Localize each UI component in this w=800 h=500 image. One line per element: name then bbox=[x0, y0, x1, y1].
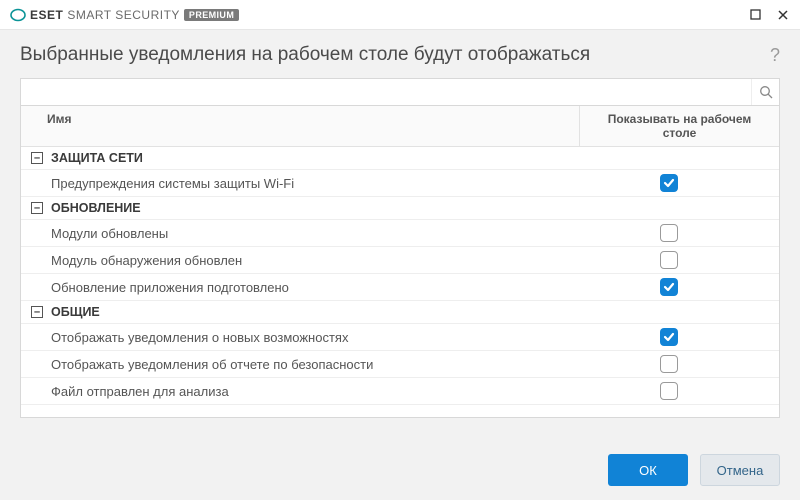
cancel-button[interactable]: Отмена bbox=[700, 454, 780, 486]
window-controls bbox=[748, 8, 790, 22]
collapse-icon[interactable]: – bbox=[31, 152, 43, 164]
table-row: Модули обновлены bbox=[21, 220, 779, 247]
eset-logo-icon bbox=[10, 7, 26, 23]
group-label: ЗАЩИТА СЕТИ bbox=[51, 151, 143, 165]
show-checkbox[interactable] bbox=[660, 174, 678, 192]
group-label: ОБЩИЕ bbox=[51, 305, 100, 319]
brand: ESET SMART SECURITY PREMIUM bbox=[10, 7, 239, 23]
table-row: Файл отправлен для анализа bbox=[21, 378, 779, 405]
notifications-table: Имя Показывать на рабочем столе –ЗАЩИТА … bbox=[20, 106, 780, 418]
footer: ОК Отмена bbox=[0, 440, 800, 500]
show-checkbox[interactable] bbox=[660, 224, 678, 242]
brand-smart: SMART SECURITY bbox=[67, 8, 180, 22]
table-row: Предупреждения системы защиты Wi-Fi bbox=[21, 170, 779, 197]
table-row: Отображать уведомления о новых возможнос… bbox=[21, 324, 779, 351]
show-checkbox[interactable] bbox=[660, 355, 678, 373]
page-title: Выбранные уведомления на рабочем столе б… bbox=[20, 44, 590, 66]
collapse-icon[interactable]: – bbox=[31, 306, 43, 318]
item-label: Предупреждения системы защиты Wi-Fi bbox=[31, 176, 569, 191]
show-checkbox[interactable] bbox=[660, 251, 678, 269]
brand-premium-badge: PREMIUM bbox=[184, 9, 239, 21]
ok-button[interactable]: ОК bbox=[608, 454, 688, 486]
brand-eset: ESET bbox=[30, 8, 63, 22]
item-label: Файл отправлен для анализа bbox=[31, 384, 569, 399]
show-checkbox[interactable] bbox=[660, 328, 678, 346]
column-name: Имя bbox=[21, 106, 579, 146]
show-checkbox[interactable] bbox=[660, 382, 678, 400]
group-row[interactable]: –ОБЩИЕ bbox=[21, 301, 779, 324]
table-header: Имя Показывать на рабочем столе bbox=[21, 106, 779, 147]
table-row: Модуль обнаружения обновлен bbox=[21, 247, 779, 274]
group-label: ОБНОВЛЕНИЕ bbox=[51, 201, 141, 215]
item-label: Отображать уведомления о новых возможнос… bbox=[31, 330, 569, 345]
item-label: Модуль обнаружения обновлен bbox=[31, 253, 569, 268]
help-icon[interactable]: ? bbox=[770, 45, 780, 66]
search-bar bbox=[20, 78, 780, 106]
group-row[interactable]: –ЗАЩИТА СЕТИ bbox=[21, 147, 779, 170]
collapse-icon[interactable]: – bbox=[31, 202, 43, 214]
close-icon[interactable] bbox=[776, 8, 790, 22]
item-label: Отображать уведомления об отчете по безо… bbox=[31, 357, 569, 372]
titlebar: ESET SMART SECURITY PREMIUM bbox=[0, 0, 800, 30]
column-show: Показывать на рабочем столе bbox=[579, 106, 779, 146]
table-row: Отображать уведомления об отчете по безо… bbox=[21, 351, 779, 378]
group-row[interactable]: –ОБНОВЛЕНИЕ bbox=[21, 197, 779, 220]
table-body: –ЗАЩИТА СЕТИПредупреждения системы защит… bbox=[21, 147, 779, 417]
item-label: Модули обновлены bbox=[31, 226, 569, 241]
maximize-icon[interactable] bbox=[748, 8, 762, 22]
item-label: Обновление приложения подготовлено bbox=[31, 280, 569, 295]
page-header: Выбранные уведомления на рабочем столе б… bbox=[0, 30, 800, 78]
search-icon[interactable] bbox=[751, 79, 779, 105]
table-row: Обновление приложения подготовлено bbox=[21, 274, 779, 301]
show-checkbox[interactable] bbox=[660, 278, 678, 296]
search-input[interactable] bbox=[21, 79, 751, 105]
